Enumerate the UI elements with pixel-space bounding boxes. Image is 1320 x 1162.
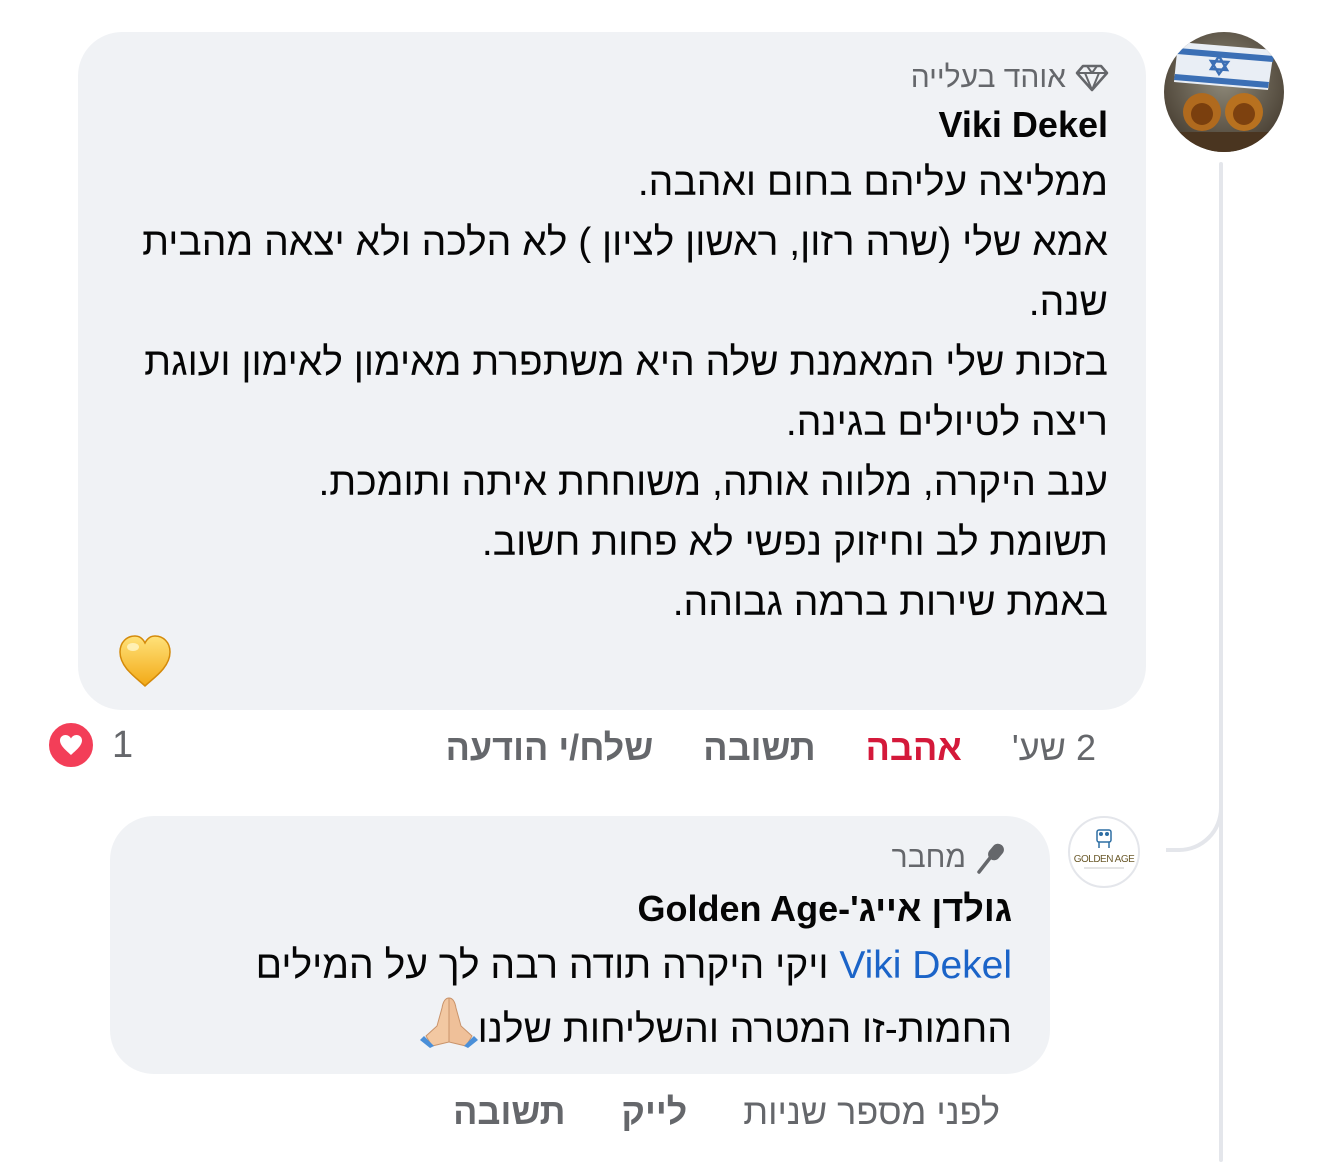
love-button[interactable]: אהבה [866,727,962,769]
comment-line: בזכות שלי המאמנת שלה היא משתפרת מאימון ל… [144,341,1108,444]
like-button[interactable]: לייק [621,1091,687,1133]
folded-hands-emoji [419,997,478,1048]
avatar-image [1164,32,1284,152]
reply-actions: לפני מספר שניות לייק תשובה [453,1088,1000,1136]
svg-text:GOLDEN AGE: GOLDEN AGE [1074,854,1135,865]
comment-line: ממליצה עליהם בחום ואהבה. [637,161,1108,204]
badge-label: מחבר [891,841,966,874]
golden-age-logo: GOLDEN AGE [1074,829,1136,869]
reply-text: Viki Dekel ויקי היקרה תודה רבה לך על המי… [132,936,1012,1060]
comment-line: באמת שירות ברמה גבוהה. [672,581,1108,624]
microphone-icon [977,843,1004,874]
reply-timestamp[interactable]: לפני מספר שניות [743,1091,1000,1133]
send-message-button[interactable]: שלח/י הודעה [446,727,654,769]
diamond-icon [1075,64,1109,92]
reply-author[interactable]: גולדן אייג'-Golden Age [637,888,1012,930]
badge-label: אוהד בעלייה [910,61,1066,94]
comment-line: אמא שלי (שרה רזון, ראשון לציון ) לא הלכה… [142,221,1108,324]
yellow-heart-emoji [119,635,171,688]
commenter-avatar[interactable] [1164,32,1284,152]
page-avatar[interactable]: GOLDEN AGE [1068,816,1140,888]
comment-actions: 2 שע' אהבה תשובה שלח/י הודעה [446,724,1096,772]
heart-icon [60,735,82,755]
comment-line: ענב היקרה, מלווה אותה, משוחחת איתה ותומכ… [318,461,1108,504]
heart-reaction-icon [46,720,96,770]
fan-badge[interactable]: אוהד בעלייה [911,58,1110,98]
comment-author[interactable]: Viki Dekel [939,104,1108,146]
mention-link[interactable]: Viki Dekel [839,944,1012,987]
reaction-summary[interactable]: 1 [46,720,133,770]
reaction-count: 1 [112,723,134,766]
reply-button[interactable]: תשובה [703,727,815,769]
thread-line [1219,162,1223,1162]
thread-branch [1166,760,1223,852]
comment-timestamp[interactable]: 2 שע' [1012,727,1096,769]
reply-button[interactable]: תשובה [453,1091,565,1133]
author-badge[interactable]: מחבר [892,838,1010,878]
comment-line: תשומת לב וחיזוק נפשי לא פחות חשוב. [481,521,1108,564]
comment-text: ממליצה עליהם בחום ואהבה. אמא שלי (שרה רז… [98,153,1108,633]
